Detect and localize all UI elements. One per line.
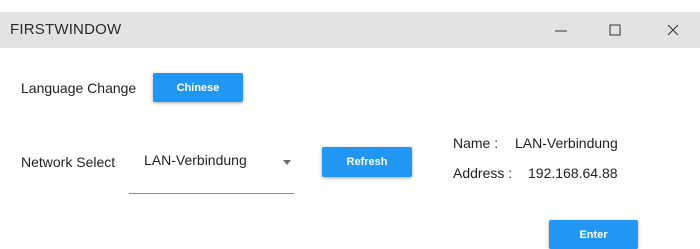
enter-button[interactable]: Enter — [549, 220, 638, 249]
address-value: 192.168.64.88 — [528, 165, 618, 181]
address-label: Address : — [453, 165, 513, 181]
name-value: LAN-Verbindung — [515, 135, 618, 151]
maximize-icon — [609, 24, 621, 36]
refresh-button[interactable]: Refresh — [322, 147, 412, 177]
minimize-icon — [555, 30, 567, 32]
language-change-label: Language Change — [21, 80, 137, 96]
network-dropdown-value: LAN-Verbindung — [144, 152, 247, 168]
close-icon — [667, 24, 679, 36]
maximize-button[interactable] — [592, 12, 638, 48]
network-select-label: Network Select — [21, 154, 116, 170]
close-button[interactable] — [650, 12, 696, 48]
title-bar[interactable]: FIRSTWINDOW — [0, 12, 700, 48]
window-title: FIRSTWINDOW — [10, 21, 122, 38]
minimize-button[interactable] — [538, 12, 584, 48]
name-label: Name : — [453, 135, 499, 151]
chevron-down-icon[interactable] — [283, 160, 291, 165]
network-dropdown[interactable]: LAN-Verbindung — [129, 145, 294, 194]
chinese-button[interactable]: Chinese — [153, 73, 243, 102]
